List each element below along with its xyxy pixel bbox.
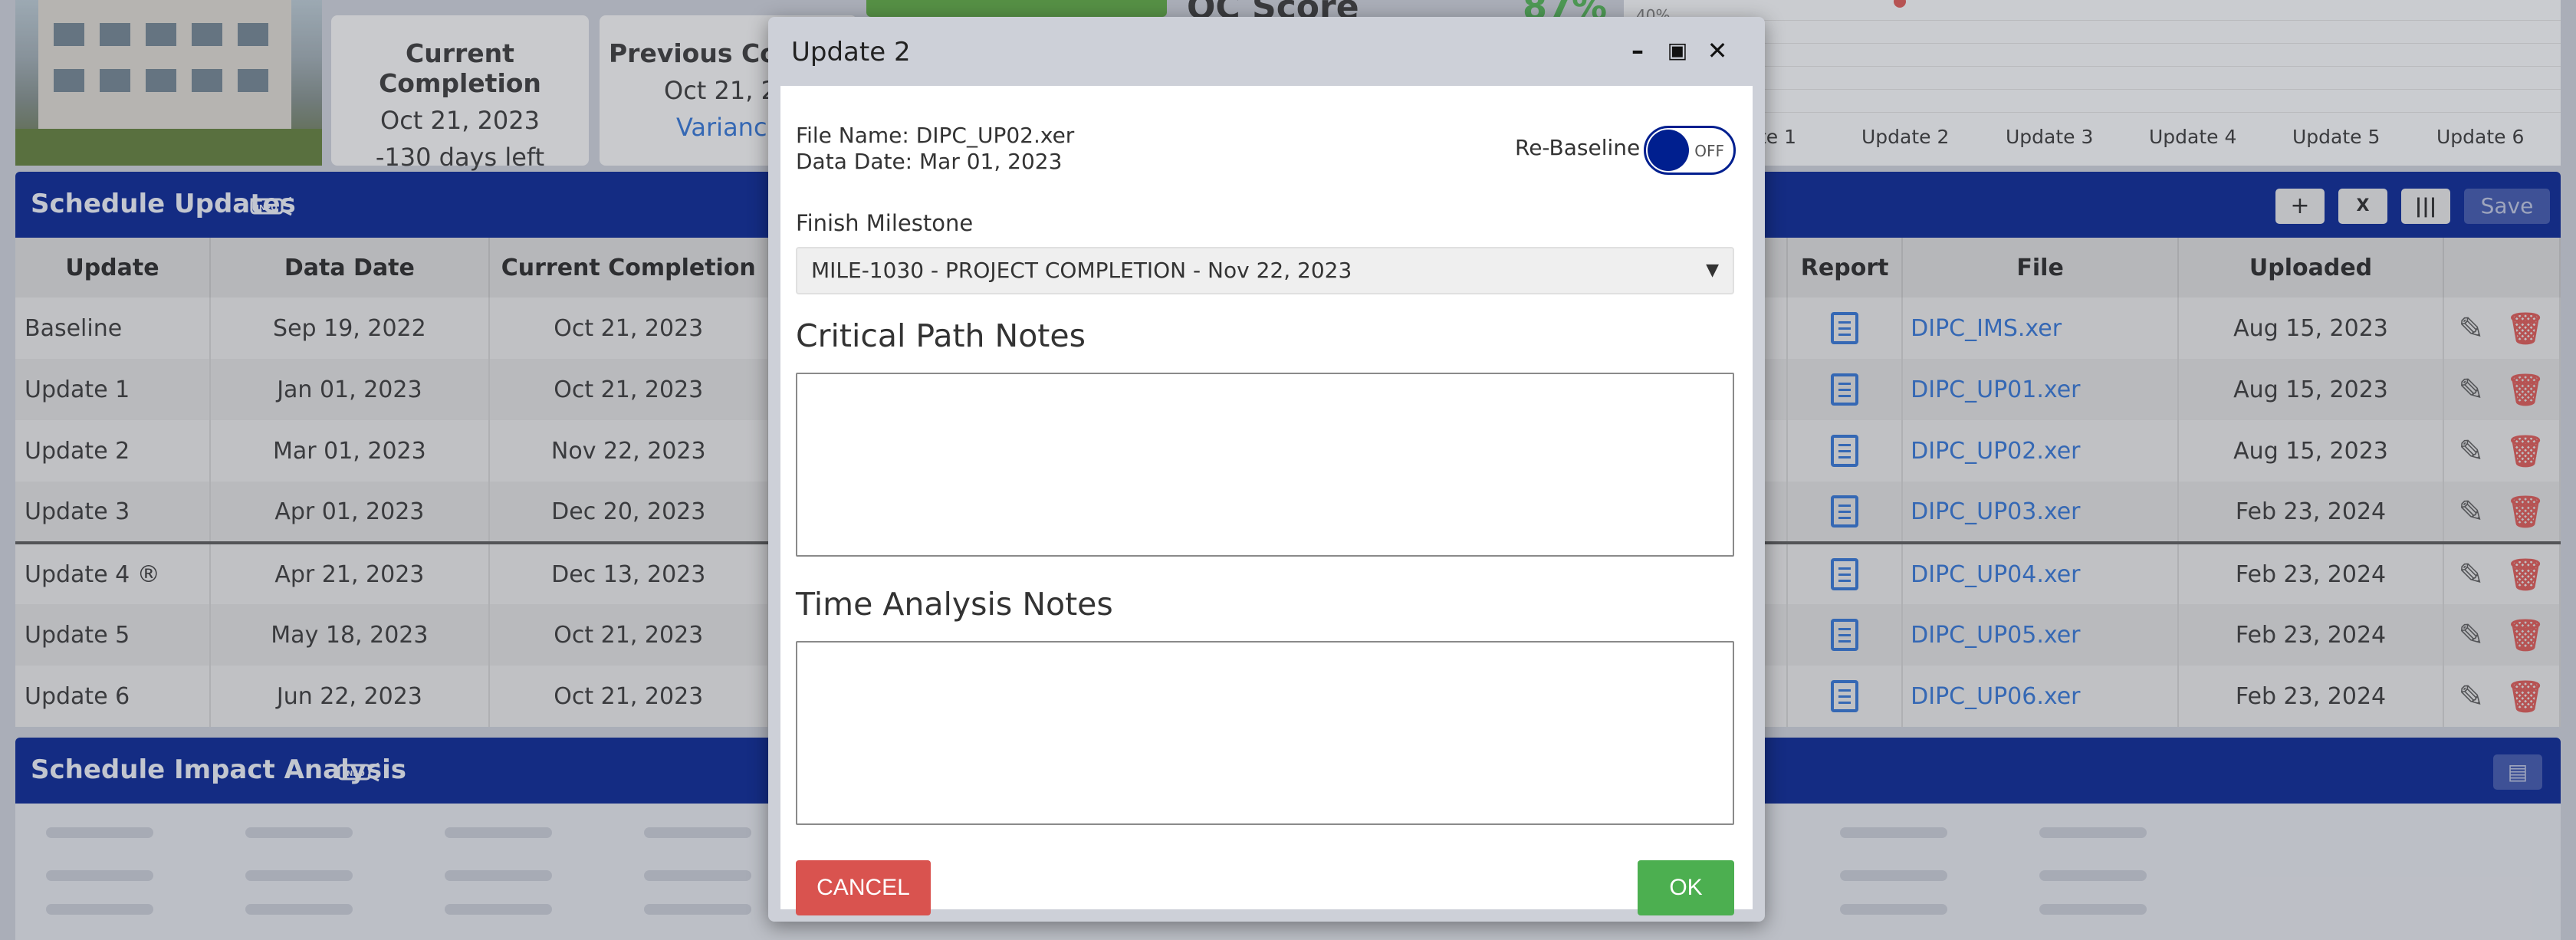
finish-milestone-label: Finish Milestone <box>796 210 974 236</box>
rebaseline-label: Re-Baseline <box>1515 135 1641 160</box>
finish-milestone-select[interactable]: MILE-1030 - PROJECT COMPLETION - Nov 22,… <box>796 247 1734 294</box>
toggle-state: OFF <box>1694 142 1724 160</box>
critical-path-title: Critical Path Notes <box>796 317 1086 354</box>
dialog-title: Update 2 <box>791 37 911 67</box>
rebaseline-toggle[interactable]: OFF <box>1644 126 1736 175</box>
ok-button[interactable]: OK <box>1638 860 1734 915</box>
dialog-titlebar: Update 2 – ▣ ✕ <box>768 17 1765 86</box>
update-dialog: Update 2 – ▣ ✕ File Name: DIPC_UP02.xer … <box>768 17 1765 922</box>
minimize-icon[interactable]: – <box>1621 34 1654 67</box>
finish-milestone-value: MILE-1030 - PROJECT COMPLETION - Nov 22,… <box>811 258 1352 283</box>
cancel-button[interactable]: CANCEL <box>796 860 931 915</box>
critical-path-notes[interactable] <box>796 373 1734 557</box>
close-icon[interactable]: ✕ <box>1700 34 1734 67</box>
time-analysis-title: Time Analysis Notes <box>796 586 1113 623</box>
time-analysis-notes[interactable] <box>796 641 1734 825</box>
dialog-body: File Name: DIPC_UP02.xer Data Date: Mar … <box>780 86 1753 915</box>
data-date: Data Date: Mar 01, 2023 <box>796 149 1063 174</box>
toggle-knob <box>1648 130 1689 171</box>
file-name: File Name: DIPC_UP02.xer <box>796 123 1075 148</box>
maximize-icon[interactable]: ▣ <box>1661 34 1694 67</box>
chevron-down-icon: ▼ <box>1706 261 1719 280</box>
